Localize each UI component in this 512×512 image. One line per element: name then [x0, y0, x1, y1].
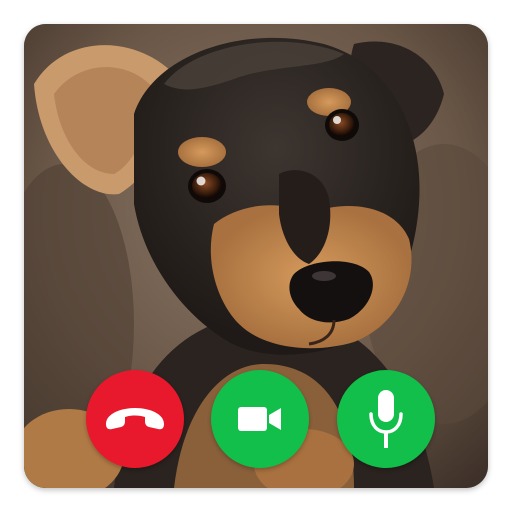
video-camera-icon — [238, 407, 281, 431]
phone-hangup-icon — [106, 408, 164, 430]
decline-call-button[interactable] — [86, 370, 184, 468]
microphone-icon — [369, 390, 403, 448]
voice-call-button[interactable] — [337, 370, 435, 468]
video-call-button[interactable] — [211, 370, 309, 468]
app-icon-card — [24, 24, 488, 488]
